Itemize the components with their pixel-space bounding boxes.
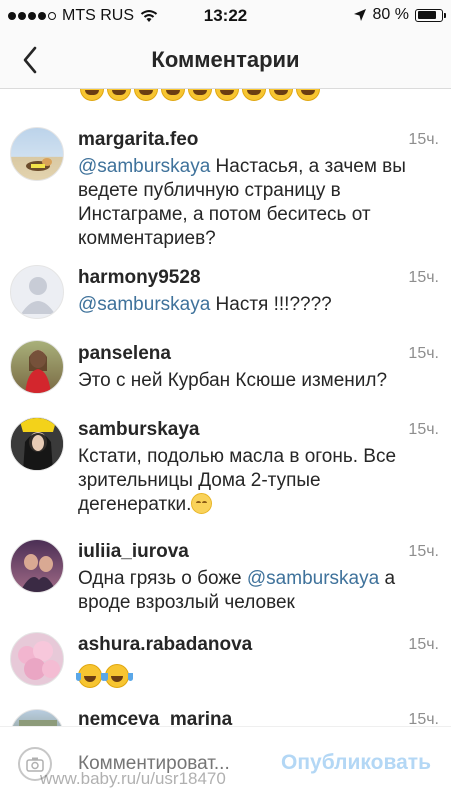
- joy-emoji-icon: [242, 89, 266, 101]
- comment-item[interactable]: margarita.feo 15ч. @samburskaya Настасья…: [0, 125, 451, 255]
- avatar-image: [18, 641, 60, 680]
- status-bar: MTS RUS 13:22 80 %: [0, 0, 451, 32]
- relieved-face-icon: [191, 493, 213, 514]
- comment-body: Кстати, подолью масла в огонь. Все зрите…: [78, 446, 397, 515]
- joy-emoji-icon: [134, 89, 158, 101]
- publish-button[interactable]: Опубликовать: [281, 751, 431, 775]
- comment-username[interactable]: iuliia_iurova: [78, 541, 189, 563]
- tears-of-joy-icon: [76, 664, 102, 688]
- comment-username[interactable]: samburskaya: [78, 419, 199, 441]
- avatar[interactable]: [10, 539, 64, 593]
- avatar[interactable]: [10, 340, 64, 394]
- avatar[interactable]: [10, 265, 64, 319]
- comment-item[interactable]: iuliia_iurova 15ч. Одна грязь о боже @sa…: [0, 537, 451, 627]
- battery-fill: [417, 11, 436, 19]
- avatar[interactable]: [10, 632, 64, 686]
- comment-time: 15ч.: [408, 421, 439, 438]
- comment-username[interactable]: margarita.feo: [78, 129, 198, 151]
- comment-time: 15ч.: [408, 543, 439, 560]
- comment-username[interactable]: nemceva_marina: [78, 709, 232, 726]
- watermark: www.baby.ru/u/usr18470: [40, 769, 226, 788]
- joy-emoji-icon: [80, 89, 104, 101]
- joy-emoji-icon: [161, 89, 185, 101]
- comment-text: Одна грязь о боже @samburskaya а вроде в…: [78, 567, 418, 615]
- comment-text: [76, 664, 418, 691]
- battery-percent: 80 %: [372, 6, 409, 23]
- avatar-image: [19, 720, 57, 726]
- avatar[interactable]: [10, 709, 64, 726]
- comment-item[interactable]: harmony9528 15ч. @samburskaya Настя !!!?…: [0, 264, 451, 336]
- comment-text: @samburskaya Настя !!!????: [78, 293, 418, 317]
- joy-emoji-icon: [107, 89, 131, 101]
- tears-of-joy-icon: [103, 664, 129, 688]
- comment-username[interactable]: ashura.rabadanova: [78, 634, 252, 656]
- location-arrow-icon: [353, 9, 366, 21]
- avatar[interactable]: [10, 127, 64, 181]
- default-user-icon: [21, 277, 55, 314]
- mention-link[interactable]: @samburskaya: [247, 568, 379, 589]
- comment-body: Одна грязь о боже: [78, 568, 247, 589]
- comment-time: 15ч.: [408, 711, 439, 726]
- comment-text: @samburskaya Настасья, а зачем вы ведете…: [78, 155, 418, 251]
- previous-comment-emoji-row: [80, 89, 320, 103]
- joy-emoji-icon: [296, 89, 320, 101]
- avatar-image: [20, 554, 57, 592]
- comment-item[interactable]: nemceva_marina 15ч.: [0, 707, 451, 726]
- battery-icon: [415, 8, 446, 22]
- comment-input-bar: Опубликовать www.baby.ru/u/usr18470: [0, 726, 451, 800]
- avatar-image: [26, 158, 52, 171]
- comment-username[interactable]: panselena: [78, 343, 171, 365]
- page-title: Комментарии: [151, 47, 300, 72]
- avatar-image: [11, 418, 63, 470]
- comment-item[interactable]: ashura.rabadanova 15ч.: [0, 630, 451, 704]
- comments-feed[interactable]: margarita.feo 15ч. @samburskaya Настасья…: [0, 89, 451, 726]
- comment-time: 15ч.: [408, 636, 439, 653]
- avatar-image: [25, 350, 51, 393]
- comment-body: Настя !!!????: [210, 294, 332, 315]
- joy-emoji-icon: [215, 89, 239, 101]
- comment-time: 15ч.: [408, 269, 439, 286]
- avatar[interactable]: [10, 417, 64, 471]
- comment-time: 15ч.: [408, 131, 439, 148]
- comment-item[interactable]: samburskaya 15ч. Кстати, подолью масла в…: [0, 415, 451, 535]
- mention-link[interactable]: @samburskaya: [78, 294, 210, 315]
- comment-item[interactable]: panselena 15ч. Это с ней Курбан Ксюше из…: [0, 339, 451, 409]
- status-right: 80 %: [353, 6, 446, 24]
- mention-link[interactable]: @samburskaya: [78, 156, 210, 177]
- comment-username[interactable]: harmony9528: [78, 267, 201, 289]
- comment-text: Кстати, подолью масла в огонь. Все зрите…: [78, 445, 418, 517]
- joy-emoji-icon: [269, 89, 293, 101]
- nav-bar: Комментарии: [0, 32, 451, 89]
- comment-time: 15ч.: [408, 345, 439, 362]
- comment-text: Это с ней Курбан Ксюше изменил?: [78, 370, 388, 391]
- joy-emoji-icon: [188, 89, 212, 101]
